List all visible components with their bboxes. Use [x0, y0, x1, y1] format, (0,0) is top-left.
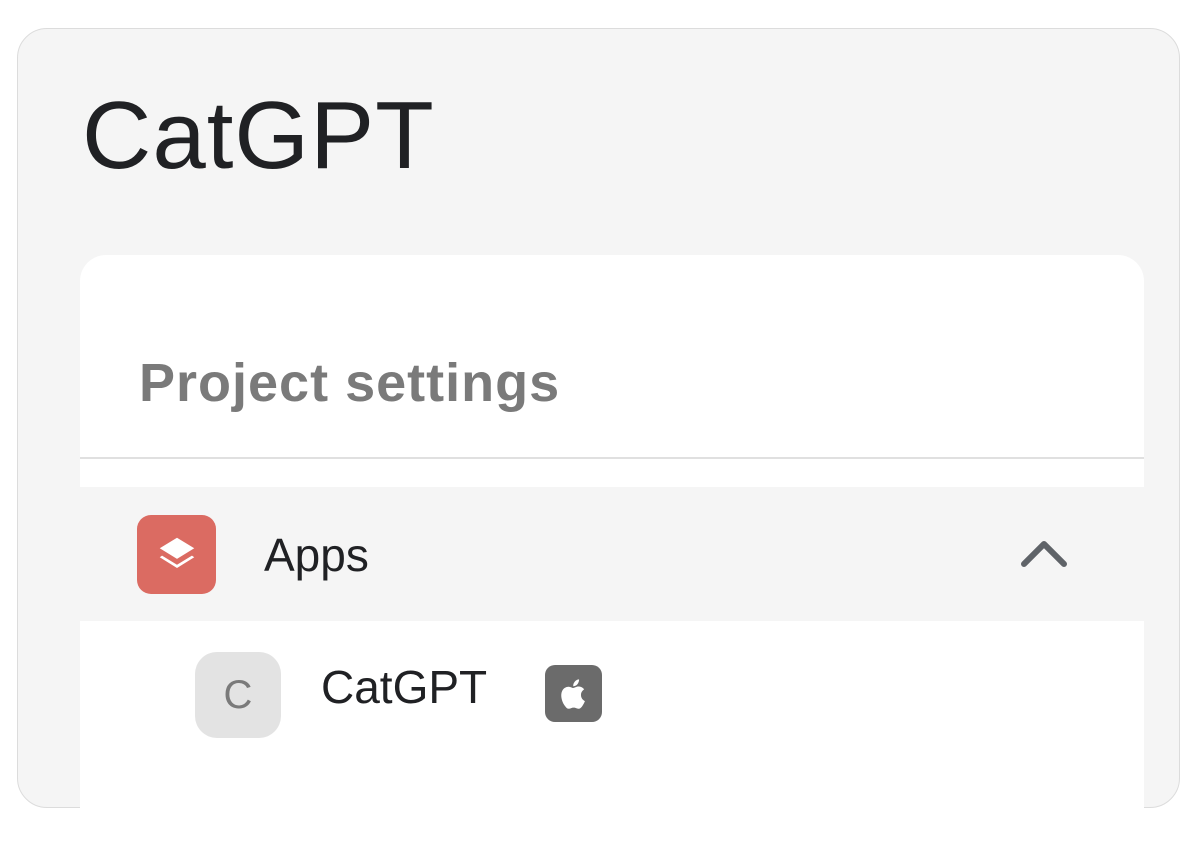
app-list-item[interactable]: C CatGPT — [80, 621, 1144, 761]
chevron-up-icon[interactable] — [1020, 533, 1068, 573]
app-avatar: C — [195, 652, 281, 738]
app-name: CatGPT — [321, 661, 488, 713]
apps-section-label: Apps — [264, 529, 369, 581]
project-settings-title: Project settings — [139, 353, 561, 413]
apps-section-header[interactable]: Apps — [80, 487, 1144, 621]
layers-icon — [137, 515, 216, 594]
project-panel: CatGPT Project settings Apps C CatGPT — [17, 28, 1180, 855]
card-header: Project settings — [80, 255, 1144, 459]
project-settings-card: Project settings Apps C CatGPT — [80, 255, 1144, 855]
apple-icon — [545, 665, 602, 722]
project-title: CatGPT — [82, 82, 435, 189]
